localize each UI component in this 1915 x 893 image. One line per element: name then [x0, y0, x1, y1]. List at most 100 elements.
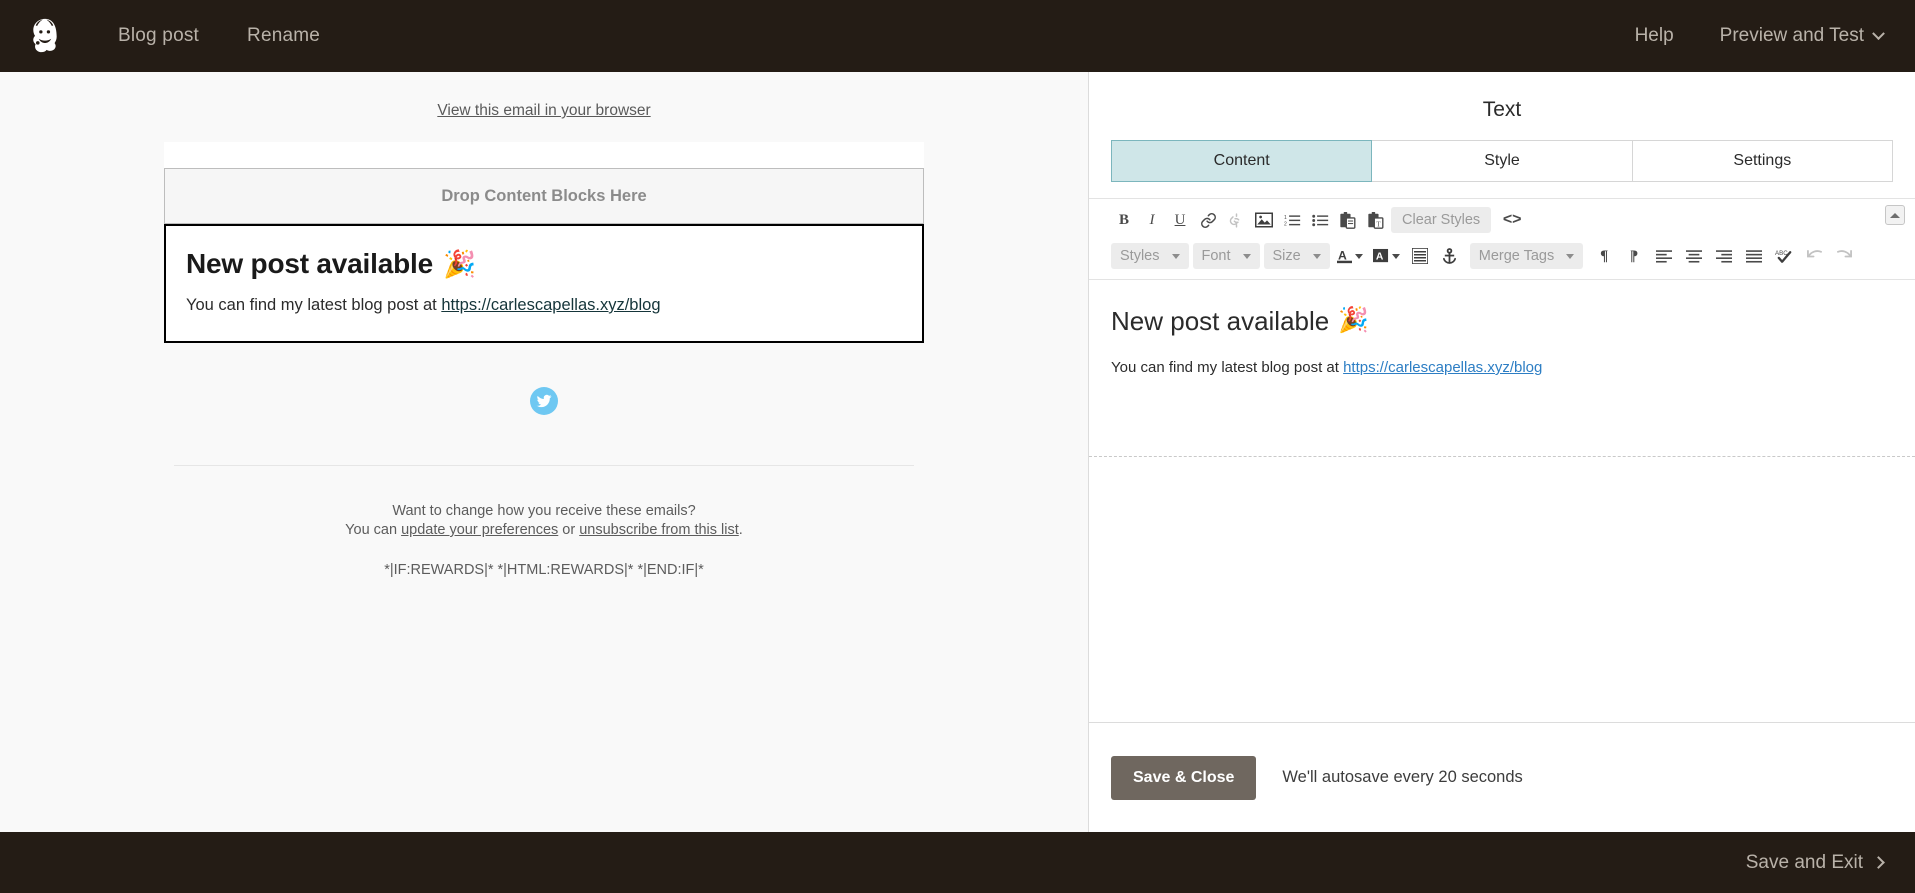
size-dropdown-label: Size [1272, 248, 1301, 264]
font-dropdown[interactable]: Font [1192, 243, 1260, 269]
autosave-message: We'll autosave every 20 seconds [1282, 768, 1523, 786]
panel-tabs: Content Style Settings [1089, 140, 1915, 182]
save-and-close-button[interactable]: Save & Close [1111, 755, 1257, 800]
footer-line-2: You can update your preferences or unsub… [169, 521, 919, 540]
nav-preview-and-test[interactable]: Preview and Test [1719, 25, 1885, 47]
paste-as-text-icon[interactable]: T [1363, 207, 1389, 233]
panel-footer: Save & Close We'll autosave every 20 sec… [1089, 722, 1915, 832]
party-popper-icon: 🎉 [442, 248, 476, 279]
link-icon[interactable] [1195, 207, 1221, 233]
preview-and-test-label: Preview and Test [1719, 25, 1864, 46]
view-in-browser-row: View this email in your browser [169, 72, 919, 142]
nav-rename[interactable]: Rename [247, 25, 320, 47]
chevron-down-icon [1242, 253, 1251, 259]
chevron-down-icon [1872, 26, 1885, 40]
styles-dropdown-label: Styles [1120, 248, 1160, 264]
collapse-up-icon[interactable] [1885, 205, 1905, 225]
unlink-icon [1223, 207, 1249, 233]
unordered-list-icon[interactable] [1307, 207, 1333, 233]
paragraph-ltr-icon[interactable]: ¶ [1591, 243, 1617, 269]
table-block-icon[interactable] [1407, 243, 1433, 269]
svg-text:A: A [1338, 248, 1347, 262]
save-and-exit-label: Save and Exit [1745, 851, 1863, 873]
footer-merge-tags: *|IF:REWARDS|* *|HTML:REWARDS|* *|END:IF… [384, 562, 704, 578]
chevron-down-icon [1312, 253, 1321, 259]
paste-icon[interactable] [1335, 207, 1361, 233]
top-right-actions: Help Preview and Test [1635, 25, 1885, 47]
chevron-right-icon [1872, 856, 1885, 869]
update-preferences-link[interactable]: update your preferences [401, 522, 558, 538]
styles-dropdown[interactable]: Styles [1111, 243, 1189, 269]
unsubscribe-link[interactable]: unsubscribe from this list [579, 522, 739, 538]
preview-heading: New post available 🎉 [186, 248, 902, 280]
merge-tags-dropdown[interactable]: Merge Tags [1469, 243, 1584, 269]
rich-text-editor[interactable]: New post available 🎉 You can find my lat… [1089, 279, 1915, 722]
preview-paragraph-text: You can find my latest blog post at [186, 296, 442, 314]
svg-text:A: A [1376, 251, 1384, 262]
chevron-down-icon [1354, 253, 1363, 259]
selected-text-block[interactable]: New post available 🎉 You can find my lat… [164, 224, 924, 343]
ordered-list-icon[interactable]: 1 2 [1279, 207, 1305, 233]
svg-text:1: 1 [1284, 214, 1287, 220]
footer-line2-middle: or [558, 522, 580, 538]
clear-styles-button[interactable]: Clear Styles [1391, 207, 1492, 233]
editor-heading[interactable]: New post available 🎉 [1111, 306, 1893, 337]
chevron-down-icon [1566, 253, 1575, 259]
social-follow-block [169, 343, 919, 425]
editor-dashed-divider [1089, 456, 1915, 457]
preview-blog-link[interactable]: https://carlescapellas.xyz/blog [441, 296, 660, 314]
editor-heading-text: New post available [1111, 306, 1330, 336]
footer-line2-prefix: You can [345, 522, 402, 538]
editor-paragraph-text: You can find my latest blog post at [1111, 359, 1344, 376]
align-center-icon[interactable] [1681, 243, 1707, 269]
size-dropdown[interactable]: Size [1263, 243, 1330, 269]
preview-paragraph: You can find my latest blog post at http… [186, 296, 902, 315]
redo-icon[interactable] [1831, 243, 1857, 269]
code-view-icon[interactable]: <> [1499, 207, 1525, 233]
editor-toolbar: B I U 1 2 T Clear Styles <> Styles Font … [1089, 198, 1915, 279]
undo-icon[interactable] [1801, 243, 1827, 269]
spellcheck-icon[interactable]: ABC [1771, 243, 1797, 269]
font-dropdown-label: Font [1201, 248, 1231, 264]
merge-tags-label: Merge Tags [1478, 248, 1555, 264]
paragraph-rtl-icon[interactable]: ¶ [1621, 243, 1647, 269]
tab-settings[interactable]: Settings [1632, 140, 1893, 182]
view-in-browser-link[interactable]: View this email in your browser [437, 102, 650, 119]
mailchimp-freddie-logo[interactable] [22, 13, 68, 59]
align-justify-icon[interactable] [1741, 243, 1767, 269]
nav-blog-post[interactable]: Blog post [118, 25, 199, 47]
editor-paragraph[interactable]: You can find my latest blog post at http… [1111, 359, 1893, 376]
anchor-icon[interactable] [1437, 243, 1463, 269]
background-color-icon[interactable]: A [1370, 243, 1403, 269]
toolbar-row-2: Styles Font Size A A Merge Tags ¶ ¶ ABC [1111, 241, 1907, 271]
triangle-up-shape [1890, 212, 1900, 218]
panel-title: Text [1482, 98, 1522, 121]
content-dropzone[interactable]: Drop Content Blocks Here [164, 168, 924, 224]
footer-line-1: Want to change how you receive these ema… [392, 503, 696, 519]
footer-line2-suffix: . [738, 522, 743, 538]
italic-icon[interactable]: I [1139, 207, 1165, 233]
tab-style[interactable]: Style [1372, 140, 1633, 182]
chevron-down-icon [1391, 253, 1400, 259]
top-nav: Blog post Rename [118, 25, 320, 47]
email-canvas: View this email in your browser Drop Con… [164, 72, 924, 578]
dropzone-label: Drop Content Blocks Here [441, 186, 647, 205]
align-left-icon[interactable] [1651, 243, 1677, 269]
editor-blog-link[interactable]: https://carlescapellas.xyz/blog [1343, 359, 1542, 376]
tab-content[interactable]: Content [1111, 140, 1373, 182]
email-footer-text: Want to change how you receive these ema… [169, 466, 919, 540]
align-right-icon[interactable] [1711, 243, 1737, 269]
save-and-exit-button[interactable]: Save and Exit [1745, 851, 1885, 874]
text-settings-panel: Text Content Style Settings B I U 1 2 T … [1088, 72, 1915, 832]
underline-icon[interactable]: U [1167, 207, 1193, 233]
toolbar-row-1: B I U 1 2 T Clear Styles <> [1111, 205, 1907, 235]
email-header-strip [164, 142, 924, 168]
help-label: Help [1634, 25, 1674, 46]
twitter-icon[interactable] [530, 387, 558, 415]
text-color-icon[interactable]: A [1334, 243, 1366, 269]
top-bar: Blog post Rename Help Preview and Test [0, 0, 1915, 72]
nav-help[interactable]: Help [1635, 25, 1674, 47]
image-icon[interactable] [1251, 207, 1277, 233]
svg-text:2: 2 [1284, 221, 1287, 227]
bold-icon[interactable]: B [1111, 207, 1137, 233]
